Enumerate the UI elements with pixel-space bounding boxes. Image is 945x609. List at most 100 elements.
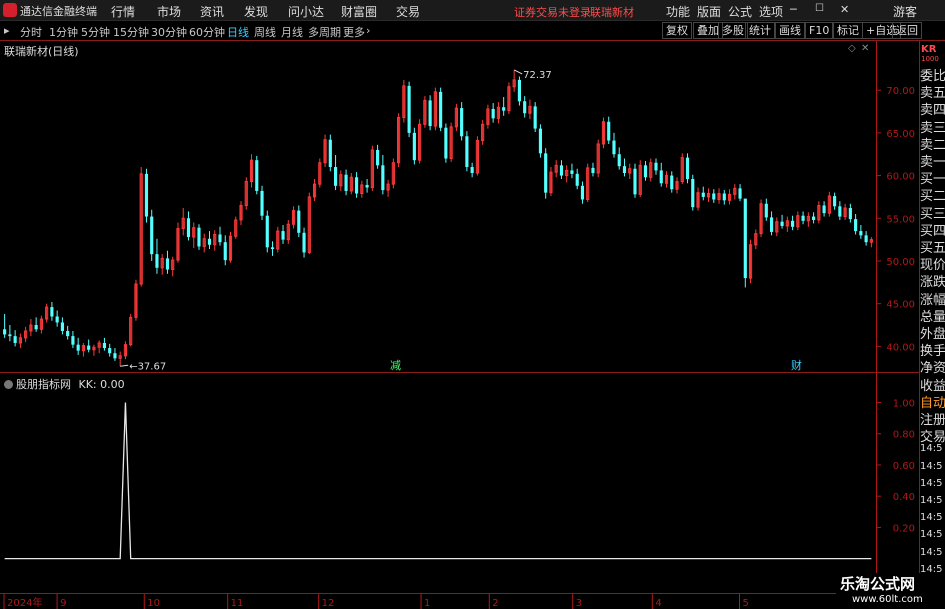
candle-body (270, 247, 275, 250)
candle-body (780, 221, 784, 226)
candle-body (670, 175, 674, 190)
candle-body (617, 154, 621, 167)
low-pointer (120, 364, 129, 367)
side-code: KR (921, 44, 937, 55)
side-row: 涨跌 (920, 275, 945, 289)
candles (3, 69, 873, 367)
candle-body (344, 174, 348, 191)
candle-body (281, 231, 285, 240)
side-row: 买一 (920, 172, 945, 186)
candle-body (87, 345, 91, 350)
candle-body (738, 188, 742, 199)
candle-body (859, 231, 863, 236)
candle-body (365, 184, 369, 188)
price-tick-label: 70.00 (886, 86, 915, 97)
candle-body (607, 121, 611, 141)
kline-chart[interactable]: 40.00 45.00 50.00 55.00 60.00 65.00 70.00 0.20 0… (0, 0, 945, 609)
candle-body (622, 166, 627, 174)
candle-body (612, 140, 616, 155)
candle-body (538, 128, 543, 154)
date-tick-label: 4 (655, 598, 661, 609)
candle-body (743, 198, 747, 279)
candle-body (13, 336, 17, 343)
side-row: 买四 (920, 223, 945, 237)
candle-body (108, 348, 112, 354)
price-tick-label: 40.00 (886, 342, 915, 353)
indicator-tick-label: 0.20 (893, 523, 915, 534)
side-code-sub: 1000 (921, 55, 939, 63)
candle-body (76, 344, 80, 351)
candle-body (769, 217, 774, 232)
candle-body (801, 215, 805, 221)
candle-body (34, 325, 38, 330)
candle-body (701, 192, 705, 197)
candle-body (150, 216, 154, 255)
candle-body (71, 336, 75, 345)
candle-body (470, 167, 474, 174)
candle-body (838, 206, 842, 217)
side-row: 14:5 (920, 443, 943, 455)
candle-body (165, 258, 170, 270)
candle-body (654, 162, 658, 171)
price-tick-label: 45.00 (886, 300, 915, 311)
side-row: 卖四 (920, 103, 945, 117)
candle-body (580, 185, 585, 200)
event-marker-finance: 财 (791, 358, 802, 372)
side-row: 14:5 (920, 460, 943, 472)
candle-body (50, 307, 54, 317)
candle-body (302, 232, 306, 253)
indicator-tick-label: 0.40 (893, 492, 915, 503)
side-row: 注册 (920, 413, 945, 426)
candle-body (186, 218, 191, 238)
candle-body (144, 173, 149, 217)
candle-body (255, 160, 259, 191)
candle-body (712, 193, 716, 200)
candle-body (260, 190, 264, 216)
candle-body (559, 165, 564, 176)
side-row: 涨幅 (920, 292, 945, 306)
side-row: 换手 (920, 344, 945, 358)
candle-body (113, 353, 117, 359)
date-tick-label: 3 (576, 598, 582, 609)
candle-body (544, 153, 548, 193)
side-row: 外盘 (920, 327, 945, 340)
side-row: 买三 (920, 206, 945, 220)
date-tick-label: 11 (231, 598, 244, 609)
candle-body (223, 242, 227, 261)
candle-body (333, 167, 338, 186)
date-tick-label: 12 (322, 598, 335, 609)
side-row: 现价 (920, 258, 945, 272)
indicator-tick-label: 1.00 (893, 398, 915, 409)
candle-body (570, 170, 574, 174)
indicator-tick-label: 0.80 (893, 430, 915, 441)
candle-body (3, 329, 7, 335)
side-row: 买二 (920, 189, 945, 203)
watermark-url: www.60lt.com (852, 594, 923, 605)
candle-body (407, 85, 411, 133)
candle-body (533, 106, 537, 129)
candle-body (197, 227, 201, 247)
side-row: 卖三 (920, 120, 945, 134)
side-row: 卖五 (920, 86, 945, 100)
candle-body (381, 165, 385, 191)
candle-body (102, 342, 107, 349)
watermark-title: 乐淘公式网 (840, 575, 916, 593)
side-row: 14:5 (920, 512, 943, 524)
candle-body (265, 215, 269, 248)
side-row: 净资 (920, 361, 945, 375)
candle-body (66, 331, 70, 337)
low-label: ←37.67 (129, 361, 166, 372)
candle-body (297, 210, 301, 233)
candle-body (328, 139, 332, 168)
candle-body (412, 132, 416, 161)
candle-body (465, 136, 469, 168)
price-tick-label: 55.00 (886, 214, 915, 225)
side-row: 收益 (920, 378, 945, 392)
candle-body (439, 91, 443, 128)
candle-body (218, 234, 222, 243)
side-row: 总量 (920, 309, 945, 323)
candle-body (812, 216, 816, 220)
candle-body (659, 170, 663, 184)
candle-body (643, 165, 648, 178)
candle-body (155, 254, 159, 268)
